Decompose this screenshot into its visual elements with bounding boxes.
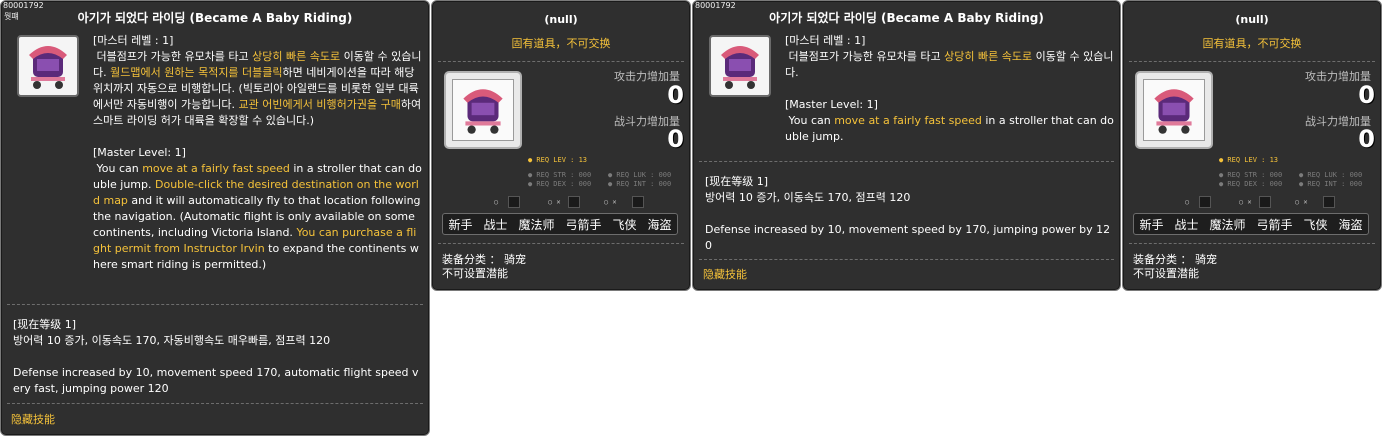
req-str: ● REQ STR : 000 — [1219, 171, 1283, 179]
job-beginner: 新手 — [1139, 217, 1164, 232]
highlight-text: 상당히 빠른 속도로 — [944, 50, 1033, 63]
req-level: ● REQ LEV : 13 — [1219, 156, 1279, 164]
item-untradeable: 固有道具，不可交换 — [511, 37, 611, 50]
skill-title: 아기가 되었다 라이딩 (Became A Baby Riding) — [77, 11, 353, 25]
job-pirate: 海盗 — [647, 217, 672, 232]
req-level: ● REQ LEV : 13 — [528, 156, 588, 164]
separator — [438, 243, 684, 244]
req-int: ● REQ INT : 000 — [608, 180, 672, 188]
equip-tooltip-2: (null) 固有道具，不可交换 攻击力增加量 0 战斗力增加量 0 ● REQ… — [1122, 0, 1382, 291]
job-warrior: 战士 — [1174, 217, 1199, 232]
highlight-text: move at a fairly fast speed — [834, 114, 982, 127]
job-pirate: 海盗 — [1338, 217, 1363, 232]
equip-tooltip-1: (null) 固有道具，不可交换 攻击力增加量 0 战斗力增加量 0 ● REQ… — [431, 0, 691, 291]
req-indicator: ○ ✕ — [1295, 198, 1308, 206]
separator — [699, 259, 1114, 260]
item-name: (null) — [544, 13, 578, 26]
pet-icon — [508, 196, 520, 208]
pet-icon — [1199, 196, 1211, 208]
skill-description: [마스터 레벨 : 1] 더블점프가 가능한 유모차를 타고 상당히 빠른 속도… — [785, 33, 1115, 145]
req-luk: ● REQ LUK : 000 — [608, 171, 672, 179]
description-text: [마스터 레벨 : 1] 더블점프가 가능한 유모차를 타고 — [93, 34, 249, 63]
job-beginner: 新手 — [448, 217, 473, 232]
stroller-icon — [1143, 79, 1205, 141]
separator — [7, 304, 423, 305]
equip-category: 装备分类 ： 骑宠 — [442, 253, 526, 266]
skill-tooltip-1: 80001792 뭣퍠 아기가 되었다 라이딩 (Became A Baby R… — [0, 0, 430, 436]
req-int: ● REQ INT : 000 — [1299, 180, 1363, 188]
description-text: [마스터 레벨 : 1] 더블점프가 가능한 유모차를 타고 — [785, 34, 941, 63]
req-indicator: ○ ✕ — [604, 198, 617, 206]
skill-description: [마스터 레벨 : 1] 더블점프가 가능한 유모차를 타고 상당히 빠른 속도… — [93, 33, 423, 273]
attack-increase-value: 0 — [1358, 81, 1375, 109]
item-icon-frame — [444, 71, 522, 149]
job-magician: 魔法师 — [1209, 217, 1246, 232]
attack-increase-value: 0 — [667, 81, 684, 109]
highlight-text: move at a fairly fast speed — [142, 162, 290, 175]
req-indicator: ○ ✕ — [548, 198, 561, 206]
highlight-text: 상당히 빠른 속도로 — [252, 50, 341, 63]
potential-info: 不可设置潜能 — [442, 267, 508, 280]
job-thief: 飞侠 — [612, 217, 637, 232]
req-luk: ● REQ LUK : 000 — [1299, 171, 1363, 179]
item-icon-frame — [1135, 71, 1213, 149]
potential-info: 不可设置潜能 — [1133, 267, 1199, 280]
current-level-info: [现在等级 1] 방어력 10 증가, 이동속도 170, 점프력 120 De… — [705, 175, 1111, 252]
item-name: (null) — [1235, 13, 1269, 26]
separator — [1129, 61, 1375, 62]
shield-icon — [1323, 196, 1335, 208]
job-list: 新手 战士 魔法师 弓箭手 飞侠 海盗 — [1133, 213, 1369, 235]
skill-tooltip-2: 80001792 아기가 되었다 라이딩 (Became A Baby Ridi… — [692, 0, 1121, 291]
job-warrior: 战士 — [483, 217, 508, 232]
combat-increase-value: 0 — [667, 125, 684, 153]
bag-icon — [1259, 196, 1271, 208]
req-str: ● REQ STR : 000 — [528, 171, 592, 179]
hidden-skill-label: 隐藏技能 — [703, 268, 747, 281]
item-untradeable: 固有道具，不可交换 — [1202, 37, 1302, 50]
stroller-icon — [452, 79, 514, 141]
separator — [699, 161, 1114, 162]
stroller-icon — [17, 35, 79, 97]
req-indicator: ○ — [1185, 198, 1190, 206]
bag-icon — [568, 196, 580, 208]
separator — [1129, 243, 1375, 244]
combat-increase-value: 0 — [1358, 125, 1375, 153]
highlight-text: 월드맵에서 원하는 목적지를 더블클릭 — [110, 66, 283, 79]
req-indicator: ○ ✕ — [1239, 198, 1252, 206]
separator — [7, 403, 423, 404]
hidden-skill-label: 隐藏技能 — [11, 413, 55, 426]
shield-icon — [632, 196, 644, 208]
job-bowman: 弓箭手 — [1256, 217, 1293, 232]
req-dex: ● REQ DEX : 000 — [528, 180, 592, 188]
req-dex: ● REQ DEX : 000 — [1219, 180, 1283, 188]
job-thief: 飞侠 — [1303, 217, 1328, 232]
job-list: 新手 战士 魔法师 弓箭手 飞侠 海盗 — [442, 213, 678, 235]
skill-title: 아기가 되었다 라이딩 (Became A Baby Riding) — [769, 11, 1044, 25]
highlight-text: 교관 어빈에게서 비행허가권을 구매 — [238, 98, 401, 111]
stroller-icon — [709, 35, 771, 97]
job-magician: 魔法师 — [518, 217, 555, 232]
equip-category: 装备分类 ： 骑宠 — [1133, 253, 1217, 266]
current-level-info: [现在等级 1] 방어력 10 증가, 이동속도 170, 자동비행속도 매우빠… — [13, 318, 419, 395]
separator — [438, 61, 684, 62]
job-bowman: 弓箭手 — [565, 217, 602, 232]
req-indicator: ○ — [494, 198, 499, 206]
